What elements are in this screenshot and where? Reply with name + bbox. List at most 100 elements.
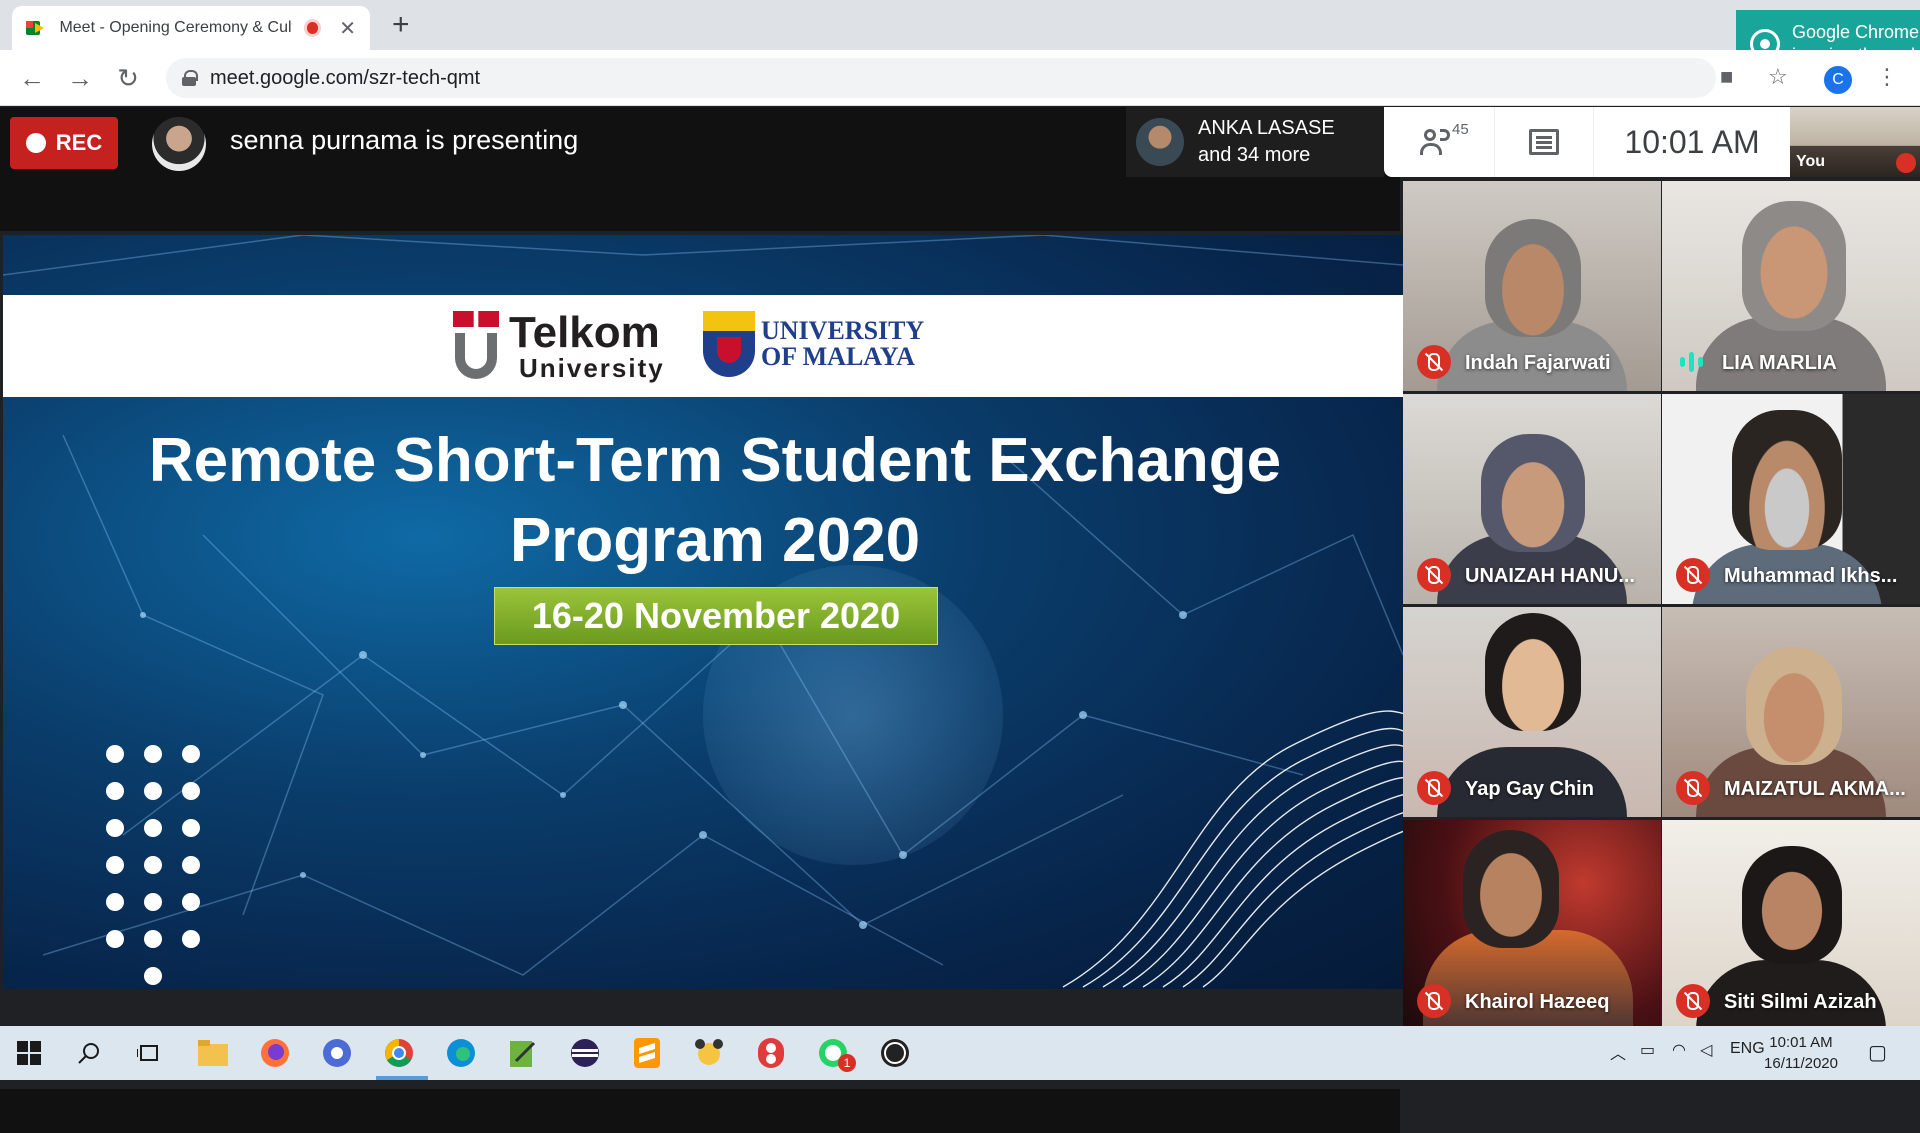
university-of-malaya-logo: UNIVERSITY OF MALAYA <box>703 311 924 377</box>
slide-title-line-2: Program 2020 <box>509 506 921 575</box>
telkom-subname: University <box>519 353 665 383</box>
obs-icon[interactable] <box>876 1034 914 1072</box>
mic-off-icon <box>1896 153 1916 173</box>
clock-time: 10:01 AM <box>1769 1034 1833 1051</box>
system-clock[interactable]: 10:01 AM 16/11/2020 <box>1756 1032 1846 1074</box>
app-character-icon[interactable] <box>690 1034 728 1072</box>
camera-icon[interactable]: ■ <box>1720 64 1733 90</box>
firefox-icon[interactable] <box>256 1034 294 1072</box>
telkom-logo-icon <box>453 311 499 381</box>
rec-label: REC <box>55 130 103 155</box>
chat-button[interactable] <box>1494 107 1594 177</box>
participant-name: UNAIZAH HANU... <box>1465 565 1635 587</box>
eclipse-icon[interactable] <box>566 1034 604 1072</box>
red-app-icon[interactable] <box>752 1034 790 1072</box>
speaking-indicator-icon <box>1680 351 1706 373</box>
telkom-university-logo: Telkom University <box>453 309 665 383</box>
notification-line-1: Google Chrome <box>1792 22 1920 42</box>
um-name-line-1: UNIVERSITY <box>761 316 925 345</box>
presenter-avatar <box>152 117 206 171</box>
slide-title: Remote Short-Term Student Exchange Progr… <box>3 421 1403 581</box>
mic-off-icon <box>1676 558 1710 592</box>
telkom-name: Telkom <box>509 308 660 357</box>
slide-title-line-1: Remote Short-Term Student Exchange <box>148 426 1282 495</box>
windows-start-icon[interactable] <box>10 1034 48 1072</box>
google-chrome-icon[interactable] <box>380 1034 418 1072</box>
notepad-icon[interactable] <box>504 1034 542 1072</box>
mic-off-icon <box>1417 345 1451 379</box>
chat-icon <box>1529 129 1559 155</box>
meet-top-bar: REC senna purnama is presenting ANKA LAS… <box>0 107 1400 231</box>
record-dot-icon <box>25 133 46 153</box>
event-date-box: 16-20 November 2020 <box>494 587 938 645</box>
people-count: 45 <box>1452 121 1469 138</box>
mic-off-icon <box>1417 984 1451 1018</box>
search-icon[interactable] <box>70 1034 108 1072</box>
windows-taskbar: 1 ︿ ▭ ◠ ◁ ENG 10:01 AM 16/11/2020 ▢ <box>0 1026 1920 1080</box>
back-arrow-icon[interactable]: ← <box>14 60 50 96</box>
people-button[interactable]: 45 <box>1384 107 1494 177</box>
mic-off-icon <box>1676 984 1710 1018</box>
edge-icon[interactable] <box>442 1034 480 1072</box>
presentation-slide: Telkom University UNIVERSITY OF MALAYA R… <box>3 235 1403 989</box>
um-name-line-2: OF MALAYA <box>761 342 915 371</box>
tray-chevron-icon[interactable]: ︿ <box>1610 1040 1626 1064</box>
forward-arrow-icon[interactable]: → <box>62 60 98 96</box>
participant-name: Siti Silmi Azizah <box>1724 991 1877 1013</box>
meet-window: REC senna purnama is presenting ANKA LAS… <box>0 107 1920 1133</box>
bookmark-star-icon[interactable]: ☆ <box>1768 64 1788 90</box>
presenting-status: senna purnama is presenting <box>230 125 579 155</box>
participant-tile[interactable]: Yap Gay Chin <box>1403 607 1661 817</box>
wifi-icon[interactable]: ◠ <box>1672 1040 1686 1060</box>
participant-tile[interactable]: Khairol Hazeeq <box>1403 820 1661 1030</box>
um-crest-icon <box>703 311 755 377</box>
profile-avatar[interactable]: C <box>1822 64 1854 96</box>
participant-name: Yap Gay Chin <box>1465 778 1594 800</box>
self-view-tile[interactable]: You <box>1790 107 1920 177</box>
participant-tile[interactable]: Indah Fajarwati <box>1403 181 1661 391</box>
participant-name: MAIZATUL AKMA... <box>1724 778 1906 800</box>
participant-tile[interactable]: Siti Silmi Azizah <box>1662 820 1920 1030</box>
active-app-indicator <box>376 1076 428 1080</box>
presentation-bottom-bar <box>0 1089 1400 1133</box>
lock-icon <box>182 70 198 86</box>
participant-name: Indah Fajarwati <box>1465 352 1611 374</box>
recording-button[interactable]: REC <box>10 117 118 169</box>
meeting-clock: 10:01 AM <box>1624 123 1760 160</box>
participant-name: LIA MARLIA <box>1722 352 1837 374</box>
whatsapp-icon[interactable]: 1 <box>814 1034 856 1072</box>
participant-tile[interactable]: Muhammad Ikhs... <box>1662 394 1920 604</box>
menu-dots-icon[interactable]: ⋮ <box>1876 64 1898 90</box>
url-text: meet.google.com/szr-tech-qmt <box>210 66 481 89</box>
chrome-alt-icon[interactable] <box>318 1034 356 1072</box>
mic-off-icon <box>1417 558 1451 592</box>
browser-tab-strip: Meet - Opening Ceremony & Cult ✕ + <box>0 0 1920 50</box>
participant-tile[interactable]: LIA MARLIA <box>1662 181 1920 391</box>
google-meet-icon <box>26 19 47 37</box>
battery-icon[interactable]: ▭ <box>1640 1040 1655 1060</box>
notifications-icon[interactable]: ▢ <box>1868 1040 1887 1065</box>
address-bar[interactable]: meet.google.com/szr-tech-qmt <box>166 58 1716 98</box>
other-participants-chip[interactable]: ANKA LASASE and 34 more <box>1126 107 1384 177</box>
task-view-icon[interactable] <box>130 1034 168 1072</box>
volume-icon[interactable]: ◁ <box>1700 1040 1712 1060</box>
recording-indicator-icon <box>303 19 322 37</box>
browser-tab-meet[interactable]: Meet - Opening Ceremony & Cult ✕ <box>12 6 370 50</box>
decorative-waves <box>1062 710 1403 988</box>
tab-title: Meet - Opening Ceremony & Cult <box>59 19 292 36</box>
browser-toolbar: ← → ↻ meet.google.com/szr-tech-qmt ■ ☆ ⋮ <box>0 50 1920 106</box>
new-tab-button[interactable]: + <box>392 8 410 42</box>
close-tab-icon[interactable]: ✕ <box>339 16 356 41</box>
whatsapp-badge: 1 <box>838 1054 856 1072</box>
file-explorer-icon[interactable] <box>194 1034 232 1072</box>
participant-name: Muhammad Ikhs... <box>1724 565 1898 587</box>
sublime-text-icon[interactable] <box>628 1034 666 1072</box>
participant-tile[interactable]: MAIZATUL AKMA... <box>1662 607 1920 817</box>
participant-avatar <box>1136 118 1184 166</box>
participant-tile[interactable]: UNAIZAH HANU... <box>1403 394 1661 604</box>
mic-off-icon <box>1676 771 1710 805</box>
others-name: ANKA LASASE <box>1198 117 1335 139</box>
reload-icon[interactable]: ↻ <box>110 60 146 96</box>
participant-name: Khairol Hazeeq <box>1465 991 1610 1013</box>
meet-controls-panel: 45 10:01 AM <box>1384 107 1790 177</box>
